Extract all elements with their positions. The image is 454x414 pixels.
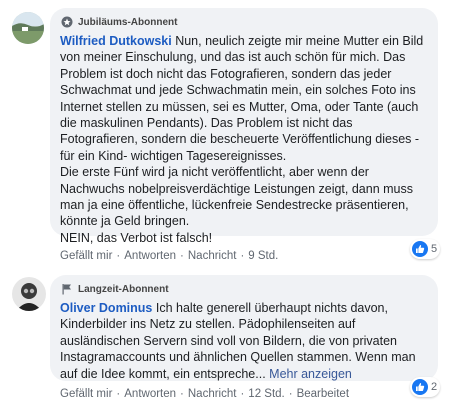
badge-label: Jubiläums-Abonnent: [78, 16, 178, 28]
thumbs-up-icon: [412, 241, 428, 257]
message-link[interactable]: Nachricht: [188, 388, 237, 400]
badge: Jubiläums-Abonnent: [60, 14, 428, 30]
comment-actions: Gefällt mir · Antworten · Nachricht · 9 Std.: [60, 250, 279, 262]
badge-label: Langzeit-Abonnent: [78, 283, 169, 295]
message-link[interactable]: Nachricht: [188, 250, 237, 262]
reply-link[interactable]: Antworten: [124, 250, 176, 262]
avatar[interactable]: [12, 12, 44, 44]
badge: Langzeit-Abonnent: [60, 281, 428, 297]
author-name[interactable]: Wilfried Dutkowski: [60, 34, 172, 48]
avatar[interactable]: [12, 277, 46, 311]
reaction-count: 2: [431, 381, 438, 393]
show-more-link[interactable]: Mehr anzeigen: [269, 367, 352, 381]
like-link[interactable]: Gefällt mir: [60, 250, 112, 262]
edited-label[interactable]: Bearbeitet: [297, 388, 349, 400]
comment-text: Wilfried Dutkowski Nun, neulich zeigte m…: [60, 33, 428, 246]
flag-icon: [60, 283, 74, 295]
reaction-summary[interactable]: 2: [410, 377, 441, 397]
thumbs-up-icon: [412, 379, 428, 395]
timestamp[interactable]: 12 Std.: [248, 388, 284, 400]
comment-actions: Gefällt mir · Antworten · Nachricht · 12 Std. ·…: [60, 388, 350, 400]
comment-bubble: Jubiläums-Abonnent Wilfried Dutkowski Nu…: [50, 8, 438, 245]
comment-body: Nun, neulich zeigte mir meine Mutter ein…: [60, 34, 424, 245]
reaction-count: 5: [431, 243, 438, 255]
comment-bubble: Langzeit-Abonnent Oliver Dominus Ich hal…: [50, 275, 438, 381]
badge-icon: [60, 16, 74, 28]
reply-link[interactable]: Antworten: [124, 388, 176, 400]
reaction-summary[interactable]: 5: [410, 239, 441, 259]
comment-text: Oliver Dominus Ich halte generell überha…: [60, 300, 428, 382]
author-name[interactable]: Oliver Dominus: [60, 301, 152, 315]
like-link[interactable]: Gefällt mir: [60, 388, 112, 400]
timestamp[interactable]: 9 Std.: [248, 250, 278, 262]
